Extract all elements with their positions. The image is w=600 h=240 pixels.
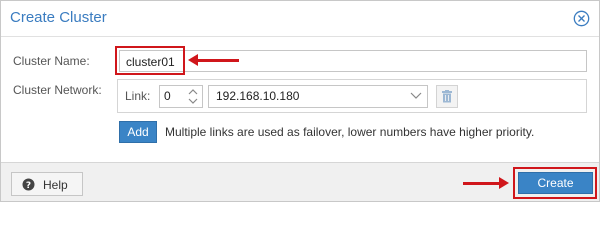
cluster-name-label: Cluster Name:	[13, 54, 90, 68]
close-icon[interactable]	[573, 10, 590, 27]
failover-hint: Multiple links are used as failover, low…	[165, 125, 535, 139]
red-arrow-annotation	[188, 54, 239, 66]
red-arrow-annotation	[463, 177, 509, 189]
link-label: Link:	[125, 89, 151, 103]
dialog-titlebar: Create Cluster	[1, 1, 599, 37]
create-cluster-dialog: Create Cluster Cluster Name: cluster01 C…	[0, 0, 600, 202]
add-link-button[interactable]: Add	[119, 121, 157, 143]
cluster-network-label: Cluster Network:	[13, 83, 102, 97]
chevron-down-icon[interactable]	[409, 90, 423, 102]
help-circle-icon: ?	[22, 178, 35, 191]
help-label: Help	[43, 178, 68, 192]
link-number-value: 0	[164, 89, 171, 103]
create-button[interactable]: Create	[518, 172, 593, 194]
help-button[interactable]: ? Help	[11, 172, 83, 196]
spinner-updown-icon[interactable]	[185, 86, 201, 107]
dialog-title: Create Cluster	[10, 9, 107, 26]
svg-text:?: ?	[26, 181, 31, 191]
dialog-body: Cluster Name: cluster01 Cluster Network:…	[1, 38, 599, 162]
link-address-value: 192.168.10.180	[216, 89, 300, 103]
dialog-footer: ? Help Create	[1, 162, 599, 201]
trash-icon	[442, 90, 452, 103]
cluster-name-highlight	[115, 46, 185, 75]
